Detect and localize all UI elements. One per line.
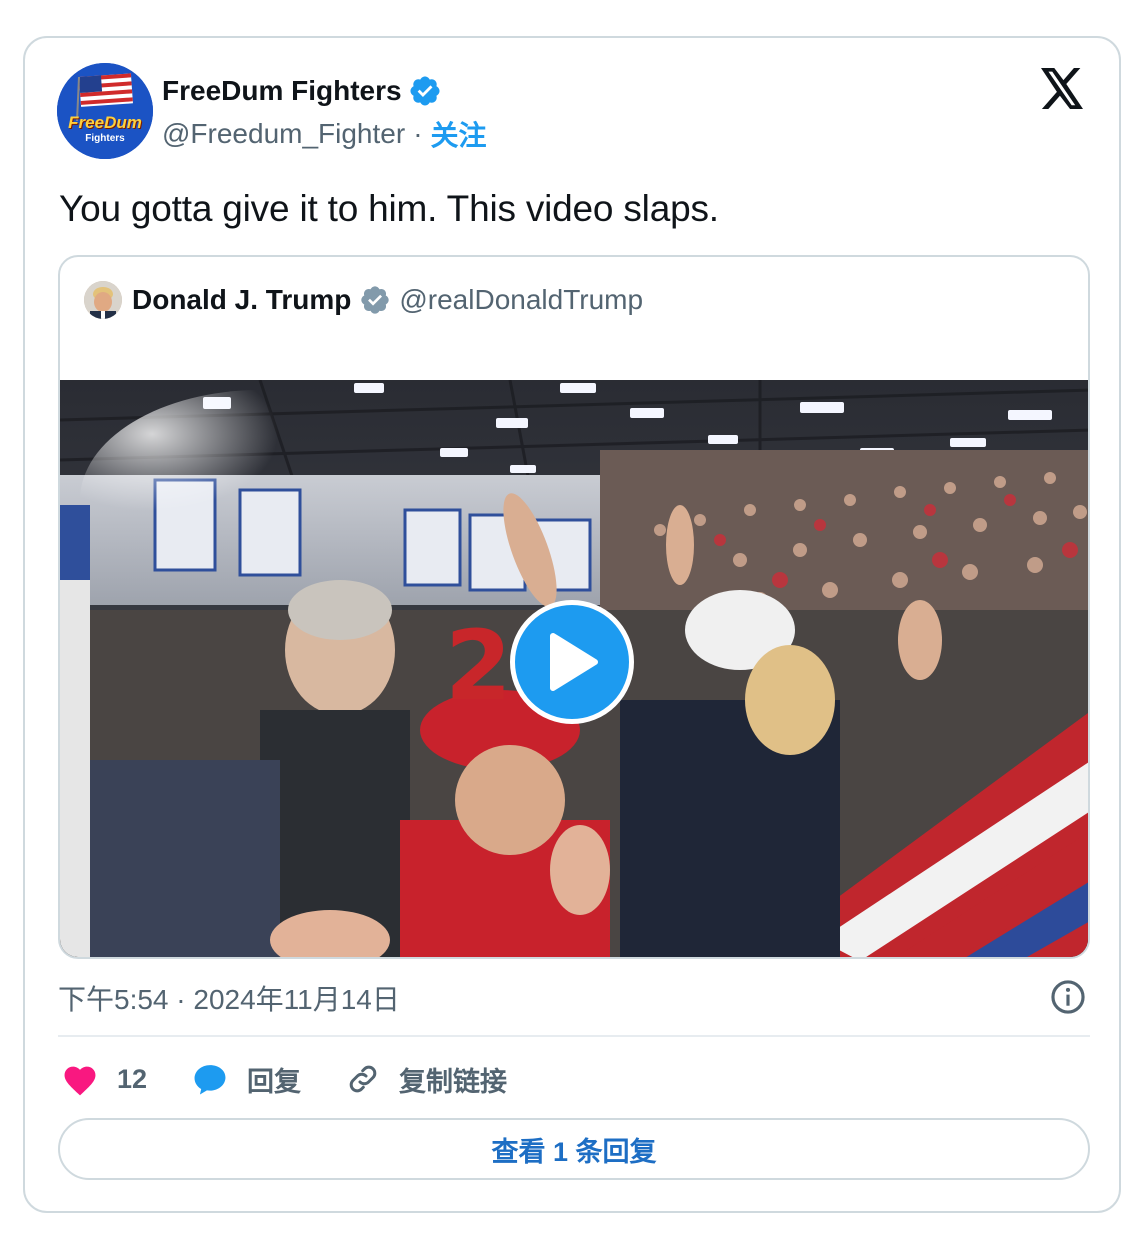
play-icon bbox=[550, 633, 598, 691]
divider bbox=[58, 1035, 1090, 1037]
quoted-verified-badge-icon bbox=[361, 286, 390, 314]
follow-button[interactable]: 关注 bbox=[431, 114, 487, 154]
author-block: FreeDum Fighters @Freedum_Fighter · 关注 bbox=[162, 71, 487, 157]
tweet-timestamp[interactable]: 下午5:54 · 2024年11月14日 bbox=[58, 978, 400, 1018]
author-handle[interactable]: @Freedum_Fighter bbox=[162, 118, 405, 150]
info-icon[interactable] bbox=[1049, 978, 1087, 1016]
separator-dot: · bbox=[413, 118, 423, 149]
like-button[interactable]: 12 bbox=[61, 1062, 147, 1096]
quoted-author-handle[interactable]: @realDonaldTrump bbox=[399, 284, 643, 316]
tweet-text: You gotta give it to him. This video sla… bbox=[59, 188, 719, 229]
quoted-author-name[interactable]: Donald J. Trump bbox=[132, 284, 351, 316]
link-icon bbox=[349, 1065, 377, 1093]
x-logo-icon[interactable] bbox=[1039, 68, 1085, 110]
heart-icon bbox=[64, 1066, 96, 1096]
copy-link-button[interactable]: 复制链接 bbox=[345, 1060, 507, 1099]
play-button[interactable] bbox=[510, 600, 634, 724]
action-bar: 12 回复 复制链接 bbox=[61, 1058, 551, 1100]
author-name[interactable]: FreeDum Fighters bbox=[162, 75, 402, 107]
view-replies-button[interactable]: 查看 1 条回复 bbox=[58, 1118, 1090, 1180]
avatar-logo-subtext: Fighters bbox=[85, 133, 125, 144]
video-thumbnail[interactable]: 2 2 bbox=[60, 380, 1088, 957]
verified-badge-icon bbox=[410, 76, 440, 106]
reply-button[interactable]: 回复 bbox=[191, 1060, 301, 1099]
quoted-author-avatar[interactable] bbox=[84, 281, 122, 319]
like-count: 12 bbox=[117, 1063, 148, 1094]
author-avatar[interactable]: FreeDum Fighters bbox=[57, 63, 153, 159]
reply-label: 回复 bbox=[247, 1066, 302, 1097]
copy-link-label: 复制链接 bbox=[399, 1066, 508, 1097]
reply-bubble-icon bbox=[194, 1065, 226, 1095]
avatar-logo-text: FreeDum bbox=[68, 113, 142, 132]
quoted-tweet[interactable]: Donald J. Trump @realDonaldTrump 2 bbox=[58, 255, 1090, 959]
embedded-tweet-card: FreeDum Fighters FreeDum Fighters @Freed… bbox=[23, 36, 1121, 1213]
